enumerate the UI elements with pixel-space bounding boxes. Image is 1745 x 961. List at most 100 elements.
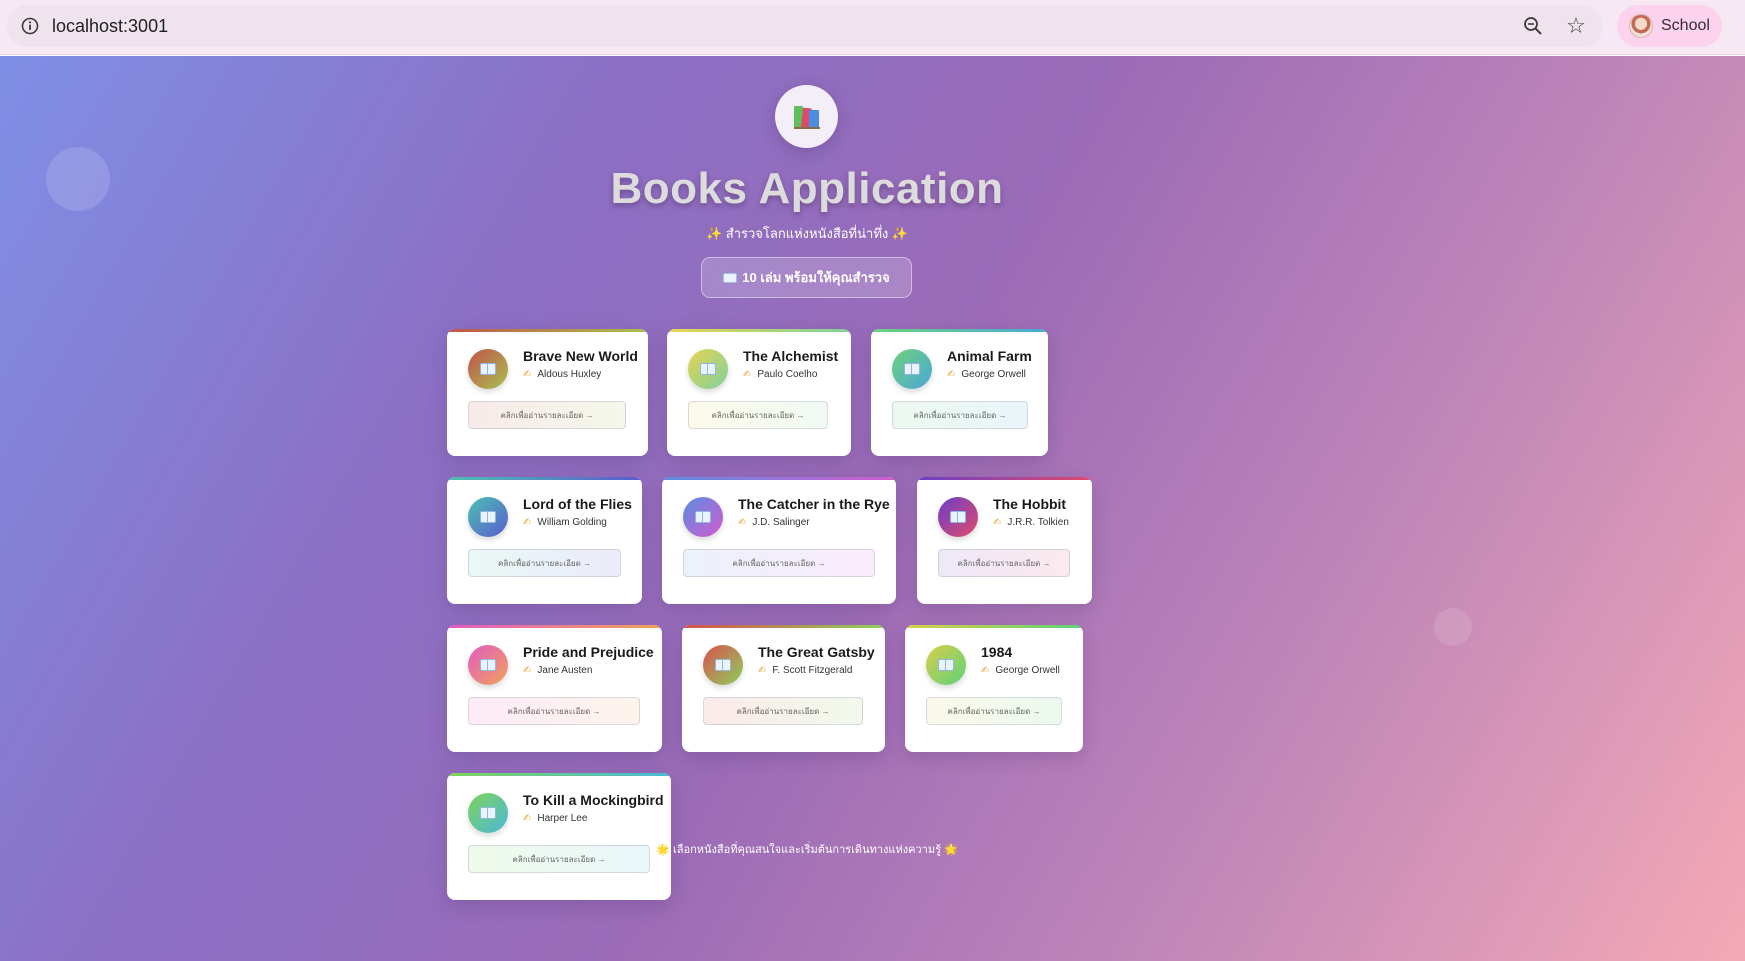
book-avatar [703,645,743,685]
url-text[interactable]: localhost:3001 [52,15,168,37]
profile-avatar [1629,14,1653,38]
profile-button[interactable]: School [1617,5,1722,47]
book-title: Animal Farm [947,348,1032,364]
author-row: ✍ Paulo Coelho [743,369,817,380]
open-book-icon [904,363,920,375]
book-title: Lord of the Flies [523,496,632,512]
read-details-button[interactable]: คลิกเพื่ออ่านรายละเอียด → [683,549,875,577]
author-row: ✍ Aldous Huxley [523,369,601,380]
book-card[interactable]: The Catcher in the Rye ✍ J.D. Salinger ค… [662,477,896,604]
book-avatar [468,497,508,537]
page-content: Books Application ✨ สำรวจโลกแห่งหนังสือท… [0,56,1745,961]
book-avatar [468,349,508,389]
book-title: Pride and Prejudice [523,644,654,660]
writing-hand-icon: ✍ [981,664,990,676]
book-author: F. Scott Fitzgerald [772,665,853,676]
author-row: ✍ J.D. Salinger [738,517,810,528]
author-row: ✍ Harper Lee [523,813,587,824]
read-details-button[interactable]: คลิกเพื่ออ่านรายละเอียด → [926,697,1062,725]
writing-hand-icon: ✍ [758,664,767,676]
writing-hand-icon: ✍ [523,368,532,380]
book-card[interactable]: 1984 ✍ George Orwell คลิกเพื่ออ่านรายละเ… [905,625,1083,752]
read-details-button[interactable]: คลิกเพื่ออ่านรายละเอียด → [468,697,640,725]
sparkle-icon: ✨ [705,226,723,241]
page-title: Books Application [610,164,1004,213]
book-card[interactable]: Pride and Prejudice ✍ Jane Austen คลิกเพ… [447,625,662,752]
read-details-button[interactable]: คลิกเพื่ออ่านรายละเอียด → [938,549,1070,577]
card-accent-bar [447,477,642,480]
open-book-icon [480,363,496,375]
star-icon[interactable]: ☆ [1564,14,1588,38]
read-details-button[interactable]: คลิกเพื่ออ่านรายละเอียด → [468,549,621,577]
book-author: J.R.R. Tolkien [1007,517,1069,528]
address-bar[interactable]: localhost:3001 ☆ [7,5,1603,47]
card-accent-bar [905,625,1083,628]
card-accent-bar [682,625,885,628]
card-accent-bar [871,329,1048,332]
open-book-icon [480,807,496,819]
books-icon [793,105,820,129]
book-avatar [683,497,723,537]
book-author: Aldous Huxley [537,369,602,380]
author-row: ✍ George Orwell [981,665,1060,676]
card-accent-bar [447,773,671,776]
author-row: ✍ Jane Austen [523,665,592,676]
book-author: William Golding [537,517,607,528]
author-row: ✍ J.R.R. Tolkien [993,517,1069,528]
info-icon[interactable] [19,15,41,37]
book-author: Harper Lee [537,813,588,824]
card-accent-bar [917,477,1092,480]
book-count-badge: 10 เล่ม พร้อมให้คุณสำรวจ [701,257,912,298]
book-title: The Catcher in the Rye [738,496,890,512]
book-card[interactable]: The Hobbit ✍ J.R.R. Tolkien คลิกเพื่ออ่า… [917,477,1092,604]
open-book-icon [938,659,954,671]
book-author: Paulo Coelho [757,369,818,380]
open-book-icon [715,659,731,671]
book-author: George Orwell [961,369,1026,380]
writing-hand-icon: ✍ [743,368,752,380]
star-icon: 🌟 [656,844,670,856]
author-row: ✍ William Golding [523,517,607,528]
star-icon: 🌟 [944,844,958,856]
read-details-button[interactable]: คลิกเพื่ออ่านรายละเอียด → [703,697,863,725]
book-avatar [468,793,508,833]
book-card[interactable]: Lord of the Flies ✍ William Golding คลิก… [447,477,642,604]
read-details-button[interactable]: คลิกเพื่ออ่านรายละเอียด → [688,401,828,429]
profile-label: School [1661,17,1710,34]
open-book-icon [700,363,716,375]
browser-toolbar: localhost:3001 ☆ School [0,0,1745,55]
book-card[interactable]: The Great Gatsby ✍ F. Scott Fitzgerald ค… [682,625,885,752]
book-card[interactable]: Animal Farm ✍ George Orwell คลิกเพื่ออ่า… [871,329,1048,456]
books-logo [775,85,838,148]
read-details-button[interactable]: คลิกเพื่ออ่านรายละเอียด → [468,401,626,429]
book-count-label: 10 เล่ม พร้อมให้คุณสำรวจ [742,270,890,285]
read-details-button[interactable]: คลิกเพื่ออ่านรายละเอียด → [892,401,1028,429]
writing-hand-icon: ✍ [523,664,532,676]
open-book-icon [723,272,738,283]
open-book-icon [695,511,711,523]
book-card[interactable]: The Alchemist ✍ Paulo Coelho คลิกเพื่ออ่… [667,329,851,456]
book-avatar [938,497,978,537]
card-accent-bar [667,329,851,332]
open-book-icon [480,511,496,523]
card-accent-bar [447,329,648,332]
writing-hand-icon: ✍ [523,812,532,824]
book-avatar [688,349,728,389]
book-author: J.D. Salinger [752,517,810,528]
open-book-icon [950,511,966,523]
writing-hand-icon: ✍ [993,516,1002,528]
zoom-out-icon[interactable] [1522,15,1544,37]
writing-hand-icon: ✍ [947,368,956,380]
book-author: Jane Austen [537,665,593,676]
card-accent-bar [447,625,662,628]
book-title: 1984 [981,644,1013,660]
book-card[interactable]: Brave New World ✍ Aldous Huxley คลิกเพื่… [447,329,648,456]
book-card[interactable]: To Kill a Mockingbird ✍ Harper Lee คลิกเ… [447,773,671,900]
card-accent-bar [662,477,896,480]
sparkle-icon: ✨ [891,226,909,241]
open-book-icon [480,659,496,671]
book-avatar [926,645,966,685]
book-title: The Hobbit [993,496,1067,512]
writing-hand-icon: ✍ [738,516,747,528]
book-title: The Great Gatsby [758,644,875,660]
